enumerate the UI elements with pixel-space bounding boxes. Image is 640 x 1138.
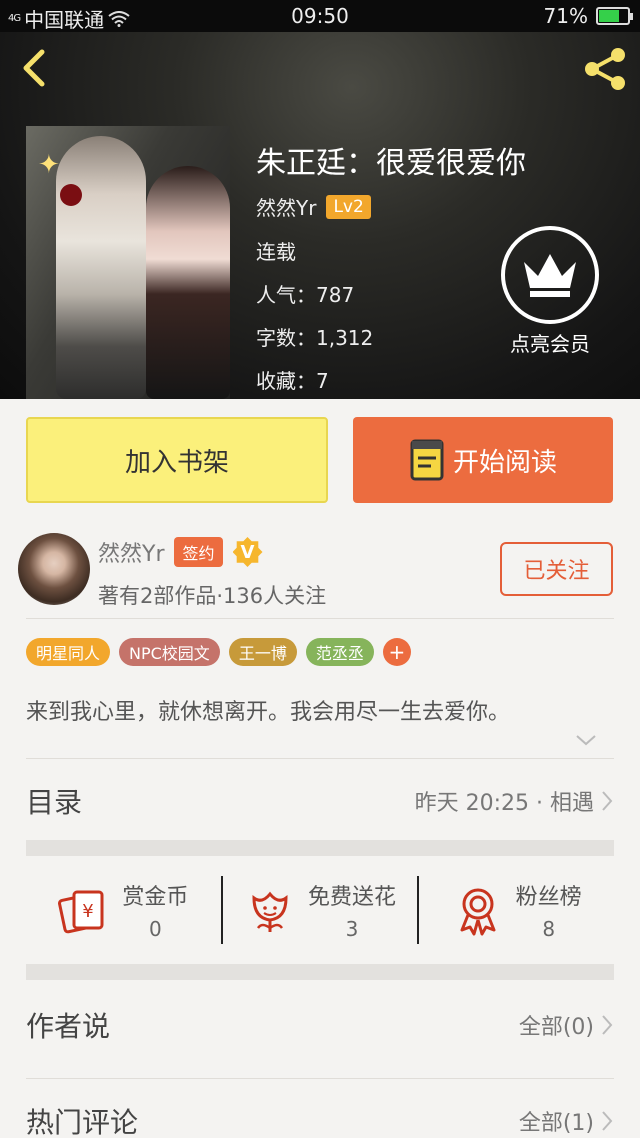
section-separator (26, 964, 614, 980)
battery-percent: 71% (543, 4, 588, 28)
medal-icon (460, 888, 496, 936)
flower-icon (252, 891, 288, 932)
crown-icon (524, 254, 576, 297)
author-name[interactable]: 然然Yr (98, 536, 164, 568)
divider (26, 618, 614, 619)
book-icon (410, 439, 444, 481)
back-arrow-icon[interactable] (16, 48, 56, 88)
start-reading-button[interactable]: 开始阅读 (353, 417, 613, 503)
vip-label: 点亮会员 (510, 332, 590, 356)
stat-value: 3 (345, 917, 359, 941)
book-favorites: 收藏：7 (256, 369, 329, 393)
author-says-title: 作者说 (26, 1010, 111, 1043)
section-separator (26, 840, 614, 856)
book-title: 朱正廷：很爱很爱你 (256, 146, 526, 181)
author-stats: 著有2部作品·136人关注 (98, 584, 327, 608)
level-badge: Lv2 (326, 194, 371, 219)
stat-fans[interactable]: 粉丝榜 8 (419, 870, 614, 950)
vip-button[interactable]: 点亮会员 (500, 226, 600, 357)
stat-coins[interactable]: ¥ 赏金币 0 (26, 870, 221, 950)
battery-fill (599, 10, 619, 22)
chevron-down-icon[interactable] (574, 730, 598, 750)
battery-icon (596, 7, 633, 25)
start-reading-label: 开始阅读 (452, 447, 557, 478)
catalog-title: 目录 (26, 786, 83, 819)
tag-chip[interactable]: 明星同人 (26, 638, 111, 666)
catalog-row[interactable]: 目录 昨天 20:25 · 相遇 (26, 776, 614, 826)
author-says-row[interactable]: 作者说 全部(0) (26, 1000, 614, 1050)
stat-flowers[interactable]: 免费送花 3 (223, 870, 418, 950)
add-to-shelf-label: 加入书架 (124, 447, 229, 478)
hot-comments-count-group: 全部(1) (519, 1105, 614, 1137)
stat-name: 粉丝榜 (515, 885, 582, 910)
add-to-shelf-button[interactable]: 加入书架 (26, 417, 328, 503)
book-word-count: 字数：1,312 (256, 326, 374, 350)
sparkle-icon: ✦ (38, 150, 60, 180)
book-popularity: 人气：787 (256, 283, 355, 307)
reward-stats: ¥ 赏金币 0 免费送花 3 粉丝榜 8 (26, 870, 614, 950)
author-says-count-group: 全部(0) (519, 1009, 614, 1041)
latest-chapter: 昨天 20:25 · 相遇 (414, 791, 594, 816)
stat-value: 0 (148, 917, 162, 941)
book-author-row: 然然Yr Lv2 (256, 192, 371, 221)
add-tag-button[interactable]: + (382, 638, 411, 666)
book-status: 连载 (256, 240, 296, 264)
coin-envelope-icon: ¥ (58, 890, 104, 934)
chevron-right-icon (602, 1015, 613, 1035)
status-bar: 4G 中国联通 09:50 71% (0, 0, 640, 32)
rose-icon (60, 184, 82, 206)
chevron-right-icon (602, 1111, 613, 1131)
crown-icon-ring (501, 226, 599, 324)
svg-text:¥: ¥ (83, 901, 94, 922)
author-name-row: 然然Yr 签约 V (98, 536, 263, 568)
divider (26, 1078, 614, 1079)
chevron-right-icon (602, 791, 613, 811)
cover-figure-right (146, 166, 230, 399)
book-intro: 来到我心里，就休想离开。我会用尽一生去爱你。 (26, 700, 511, 725)
author-avatar[interactable] (18, 533, 90, 605)
hot-comments-row[interactable]: 热门评论 全部(1) (26, 1096, 614, 1138)
share-icon[interactable] (580, 44, 630, 94)
signed-badge: 签约 (174, 537, 223, 567)
verified-badge-icon: V (232, 537, 263, 567)
tag-chip[interactable]: 王一博 (228, 638, 297, 666)
stat-name: 赏金币 (122, 885, 189, 910)
book-header: ✦ 朱正廷：很爱很爱你 然然Yr Lv2 连载 人气：787 字数：1,312 … (0, 32, 640, 399)
divider (26, 758, 614, 759)
cover-figure-left (56, 136, 146, 399)
stat-name: 免费送花 (308, 885, 397, 910)
hot-comments-count: 全部(1) (518, 1111, 594, 1136)
book-author-name[interactable]: 然然Yr (256, 192, 316, 221)
tag-list: 明星同人 NPC校园文 王一博 范丞丞 + (26, 638, 411, 666)
stat-value: 8 (542, 917, 556, 941)
battery-group: 71% (543, 4, 633, 28)
hot-comments-title: 热门评论 (26, 1106, 139, 1138)
catalog-latest: 昨天 20:25 · 相遇 (415, 785, 614, 817)
author-says-count: 全部(0) (518, 1015, 594, 1040)
book-cover-image[interactable]: ✦ (26, 126, 230, 399)
tag-chip[interactable]: NPC校园文 (119, 638, 220, 666)
follow-button[interactable]: 已关注 (500, 542, 613, 596)
tag-chip[interactable]: 范丞丞 (305, 638, 374, 666)
